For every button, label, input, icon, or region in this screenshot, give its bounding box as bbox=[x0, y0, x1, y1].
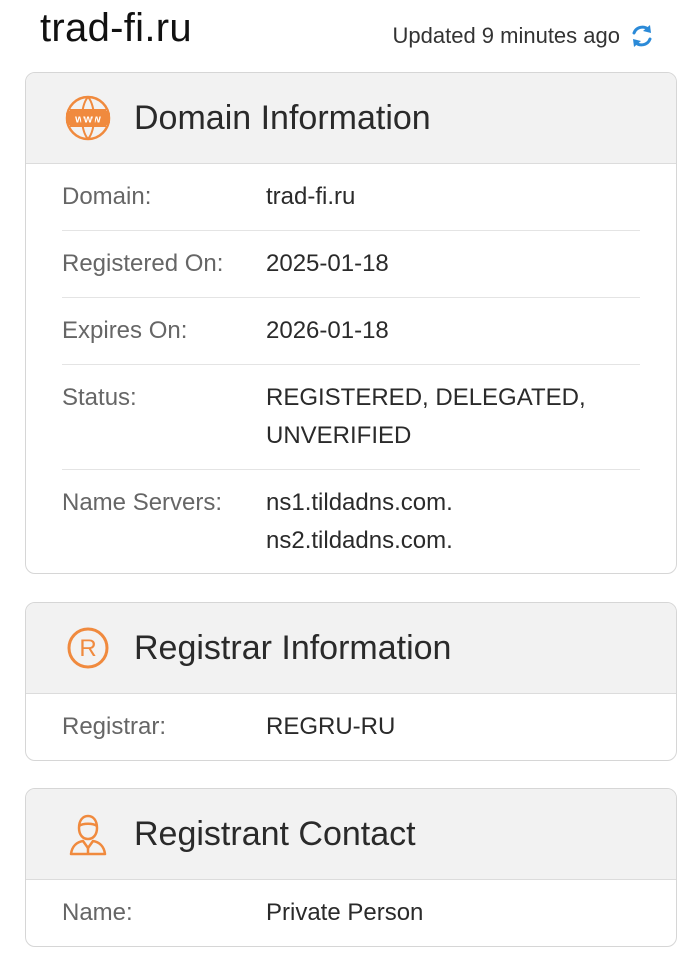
status-value: REGISTERED, DELEGATED, UNVERIFIED bbox=[266, 379, 586, 455]
expires-on-label: Expires On: bbox=[62, 317, 188, 344]
registrar-value: REGRU-RU bbox=[266, 713, 396, 740]
name-servers-label: Name Servers: bbox=[62, 489, 223, 516]
expires-on-row: Expires On: 2026-01-18 bbox=[62, 298, 640, 365]
person-icon bbox=[64, 810, 112, 858]
registrant-name-label: Name: bbox=[62, 899, 133, 926]
refresh-icon[interactable] bbox=[628, 22, 656, 50]
registrant-contact-header: Registrant Contact bbox=[26, 789, 676, 880]
domain-information-header: www Domain Information bbox=[26, 73, 676, 164]
status-value-line2: UNVERIFIED bbox=[266, 422, 412, 449]
svg-text:www: www bbox=[74, 114, 101, 126]
registrar-information-card: R Registrar Information Registrar: REGRU… bbox=[25, 602, 677, 761]
updated-status: Updated 9 minutes ago bbox=[393, 22, 657, 50]
registrant-name-value: Private Person bbox=[266, 899, 424, 926]
svg-text:R: R bbox=[79, 635, 96, 662]
name-servers-value: ns1.tildadns.com. ns2.tildadns.com. bbox=[266, 484, 453, 560]
registrant-contact-title: Registrant Contact bbox=[134, 814, 416, 853]
status-value-line1: REGISTERED, DELEGATED, bbox=[266, 384, 586, 411]
registrant-name-row: Name: Private Person bbox=[62, 880, 640, 946]
name-server-1: ns1.tildadns.com. bbox=[266, 489, 453, 516]
name-servers-row: Name Servers: ns1.tildadns.com. ns2.tild… bbox=[62, 470, 640, 573]
expires-on-value: 2026-01-18 bbox=[266, 317, 389, 344]
domain-row: Domain: trad-fi.ru bbox=[62, 164, 640, 231]
registrar-information-header: R Registrar Information bbox=[26, 603, 676, 694]
domain-information-card: www Domain Information Domain: trad-fi.r… bbox=[25, 72, 677, 574]
updated-text: Updated 9 minutes ago bbox=[392, 23, 621, 48]
registrant-contact-card: Registrant Contact Name: Private Person bbox=[25, 788, 677, 947]
registered-on-value: 2025-01-18 bbox=[266, 250, 389, 277]
status-label: Status: bbox=[62, 384, 137, 411]
domain-value: trad-fi.ru bbox=[266, 183, 356, 210]
www-icon: www bbox=[64, 94, 112, 142]
registered-icon: R bbox=[64, 624, 112, 672]
registered-on-row: Registered On: 2025-01-18 bbox=[62, 231, 640, 298]
registrar-information-title: Registrar Information bbox=[134, 628, 452, 667]
domain-label: Domain: bbox=[62, 183, 152, 210]
registered-on-label: Registered On: bbox=[62, 250, 224, 277]
registrar-label: Registrar: bbox=[62, 713, 167, 740]
page-title: trad-fi.ru bbox=[40, 6, 192, 50]
name-server-2: ns2.tildadns.com. bbox=[266, 527, 453, 554]
top-bar: trad-fi.ru Updated 9 minutes ago bbox=[0, 0, 700, 72]
registrar-row: Registrar: REGRU-RU bbox=[62, 694, 640, 760]
status-row: Status: REGISTERED, DELEGATED, UNVERIFIE… bbox=[62, 365, 640, 470]
domain-information-title: Domain Information bbox=[134, 98, 431, 137]
